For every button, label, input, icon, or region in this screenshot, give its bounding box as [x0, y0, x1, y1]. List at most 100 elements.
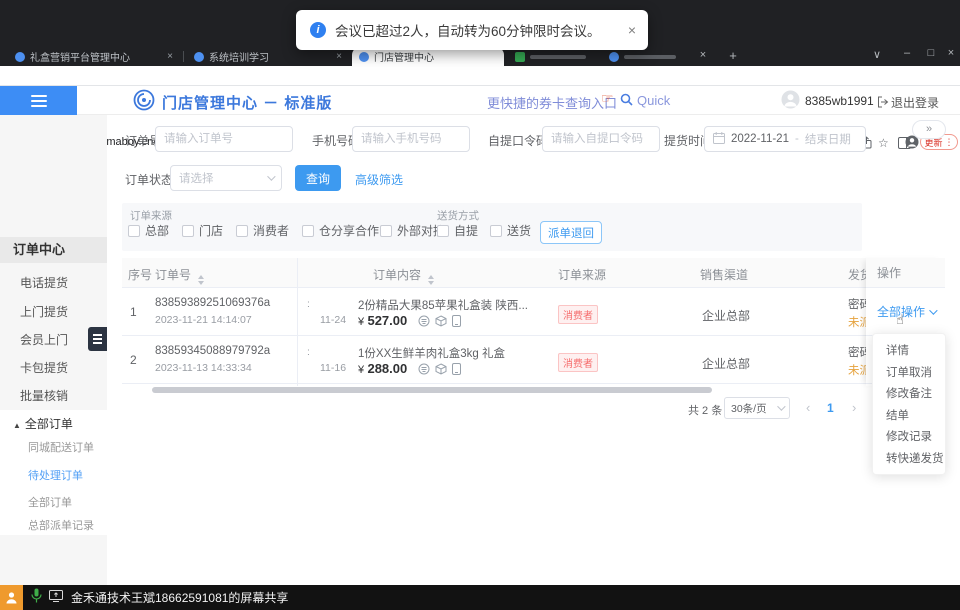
- sidebar-item-phone-pickup[interactable]: 电话提货: [0, 269, 107, 297]
- checkbox-icon[interactable]: [437, 225, 449, 237]
- sidebar-item-batch-verify[interactable]: 批量核销: [0, 382, 107, 410]
- checkbox-label: 总部: [145, 222, 169, 239]
- package-icon[interactable]: [435, 314, 447, 332]
- tab-gift-platform[interactable]: 礼盒营销平台管理中心 ×: [8, 47, 180, 66]
- logout-icon[interactable]: [877, 95, 889, 113]
- hidden-col-partial: :: [307, 298, 310, 310]
- quick-search-icon[interactable]: [620, 93, 633, 111]
- delivery-option-selfpickup[interactable]: 自提: [437, 222, 478, 239]
- source-option-hq[interactable]: 总部: [128, 222, 169, 239]
- username[interactable]: 8385wb1991: [805, 94, 874, 108]
- menu-item-cancel-order[interactable]: 订单取消: [873, 364, 945, 380]
- tab-search-caret-icon[interactable]: ∨: [868, 48, 886, 61]
- logout-button[interactable]: 退出登录: [891, 94, 939, 111]
- sidebar-collapse-handle[interactable]: [88, 327, 107, 351]
- source-option-warehouse-share[interactable]: 仓分享合作: [302, 222, 379, 239]
- sidebar-group-all-orders[interactable]: ▲全部订单: [13, 415, 73, 432]
- col-source: 订单来源: [558, 266, 606, 283]
- sidebar-item-card-pickup[interactable]: 卡包提货: [0, 354, 107, 382]
- share-bar-text: 金禾通技术王斌18662591081的屏幕共享: [71, 589, 288, 606]
- sort-icon[interactable]: [198, 275, 204, 285]
- page-number[interactable]: 1: [827, 401, 834, 415]
- advanced-filter-link[interactable]: 高级筛选: [355, 171, 403, 188]
- sidebar-item-door-pickup[interactable]: 上门提货: [0, 298, 107, 326]
- screen: 礼盒营销平台管理中心 × 系统培训学习 × 门店管理中心 × + ∨ – □ ×…: [0, 0, 960, 610]
- menu-item-edit-note[interactable]: 修改备注: [873, 385, 945, 401]
- sidebar-subitem-city-delivery[interactable]: 同城配送订单: [28, 439, 107, 455]
- source-option-external[interactable]: 外部对接: [380, 222, 445, 239]
- toast-close-icon[interactable]: ×: [628, 22, 636, 38]
- page-title: 门店管理中心 － 标准版: [162, 92, 332, 113]
- promo-text[interactable]: 更快捷的券卡查询入口: [487, 93, 617, 112]
- sort-icon[interactable]: [428, 275, 434, 285]
- prev-page-button[interactable]: ‹: [806, 400, 810, 415]
- currency-symbol: ¥: [358, 316, 364, 328]
- chevron-down-icon: [929, 306, 937, 314]
- col-content[interactable]: 订单内容: [373, 266, 434, 285]
- url-bar[interactable]: ← → md.maboy.cn/AllOrder?status=1 ☆ 更新 ⋮: [0, 66, 960, 86]
- new-tab-button[interactable]: +: [724, 48, 742, 63]
- start-date-value[interactable]: 2022-11-21: [731, 133, 789, 145]
- horizontal-scrollbar[interactable]: [152, 387, 712, 393]
- sidebar-group-label: 全部订单: [25, 417, 73, 431]
- col-ship-status: 发货: [848, 266, 867, 283]
- checkbox-icon[interactable]: [236, 225, 248, 237]
- phone-input[interactable]: [352, 126, 470, 152]
- sidebar-toggle-button[interactable]: [0, 86, 77, 115]
- page-size-value: 30条/页: [731, 401, 767, 416]
- col-order-no[interactable]: 订单号: [155, 266, 204, 285]
- col-action: 操作: [866, 258, 945, 288]
- star-icon[interactable]: ☆: [878, 135, 889, 151]
- end-date-placeholder[interactable]: 结束日期: [805, 131, 851, 147]
- table-row[interactable]: [122, 336, 945, 384]
- source-option-store[interactable]: 门店: [182, 222, 223, 239]
- chevron-down-icon: [267, 172, 275, 180]
- source-option-consumer[interactable]: 消费者: [236, 222, 289, 239]
- tab-close-icon[interactable]: ×: [167, 51, 173, 62]
- sidebar-subitem-hq-dispatch-log[interactable]: 总部派单记录: [28, 517, 107, 533]
- dispatch-status-partial: 未派: [848, 314, 868, 330]
- order-status-select[interactable]: 请选择: [170, 165, 282, 191]
- filters-collapse-button[interactable]: »: [912, 120, 946, 139]
- next-page-button[interactable]: ›: [852, 400, 856, 415]
- quick-link[interactable]: Quick: [637, 93, 670, 108]
- row-index: 2: [130, 353, 137, 367]
- window-maximize-button[interactable]: □: [922, 47, 940, 59]
- table-row[interactable]: [122, 288, 945, 336]
- coupon-icon[interactable]: [418, 362, 430, 380]
- checkbox-icon[interactable]: [490, 225, 502, 237]
- dispatch-return-button[interactable]: 派单退回: [540, 221, 602, 244]
- phone-icon[interactable]: [452, 362, 461, 380]
- sales-channel: 企业总部: [702, 355, 750, 372]
- package-icon[interactable]: [435, 362, 447, 380]
- avatar: [781, 90, 800, 114]
- coupon-icon[interactable]: [418, 314, 430, 332]
- row-action-cell: 全部操作 ☝: [866, 288, 945, 336]
- sidebar-subitem-pending-orders[interactable]: 待处理订单: [28, 467, 107, 483]
- info-icon: i: [310, 22, 326, 38]
- menu-item-details[interactable]: 详情: [873, 342, 945, 358]
- tab-close-icon[interactable]: ×: [336, 51, 342, 62]
- checkbox-icon[interactable]: [302, 225, 314, 237]
- tab-close-icon[interactable]: ×: [694, 49, 712, 61]
- hand-cursor-icon: ☝: [896, 312, 904, 328]
- checkbox-icon[interactable]: [182, 225, 194, 237]
- window-minimize-button[interactable]: –: [898, 47, 916, 59]
- order-price: ¥ 527.00: [358, 313, 407, 328]
- sidebar-subitem-all-orders[interactable]: 全部订单: [28, 494, 107, 510]
- pickup-time-range-input[interactable]: 2022-11-21 - 结束日期: [704, 126, 866, 152]
- search-button[interactable]: 查询: [295, 165, 341, 191]
- menu-item-to-express[interactable]: 转快递发货: [873, 450, 945, 466]
- checkbox-icon[interactable]: [128, 225, 140, 237]
- order-no-input[interactable]: [155, 126, 293, 152]
- checkbox-icon[interactable]: [380, 225, 392, 237]
- page-size-select[interactable]: 30条/页: [724, 397, 790, 419]
- phone-icon[interactable]: [452, 314, 461, 332]
- order-source-label: 订单来源: [130, 208, 172, 223]
- delivery-option-delivery[interactable]: 送货: [490, 222, 531, 239]
- checkbox-label: 门店: [199, 222, 223, 239]
- menu-item-edit-history[interactable]: 修改记录: [873, 428, 945, 444]
- pickup-code-input[interactable]: [542, 126, 660, 152]
- window-close-button[interactable]: ×: [942, 47, 960, 59]
- menu-item-close-order[interactable]: 结单: [873, 407, 945, 423]
